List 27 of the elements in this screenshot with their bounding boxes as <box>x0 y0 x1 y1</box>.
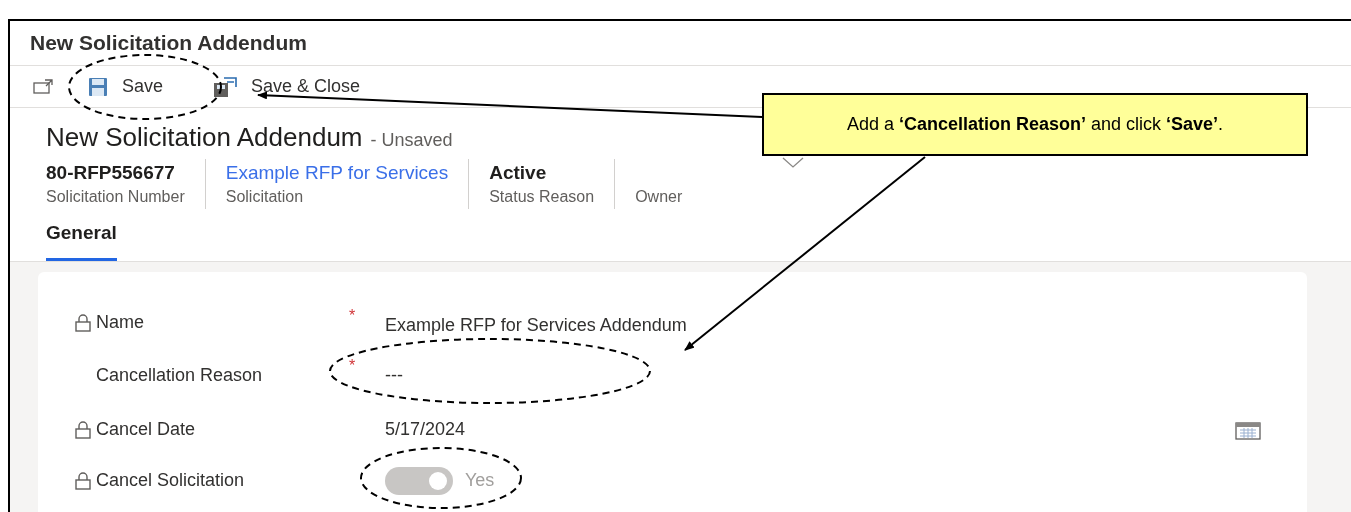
save-close-icon <box>213 75 238 98</box>
header-label: Owner <box>635 187 683 207</box>
field-label: Cancel Solicitation <box>96 469 245 492</box>
toggle-value: Yes <box>465 469 495 492</box>
field-label: Cancellation Reason <box>96 364 263 387</box>
callout-note: Add a ‘Cancellation Reason’ and click ‘Save’. <box>846 113 1224 136</box>
unsaved-status: - Unsaved <box>370 129 453 152</box>
header-label: Solicitation Number <box>46 187 185 207</box>
save-and-close-button[interactable]: Save & Close <box>211 70 363 103</box>
calendar-icon <box>1235 419 1261 440</box>
save-button[interactable]: Save <box>80 70 172 103</box>
field-label: Cancel Date <box>96 418 196 441</box>
date-field[interactable]: 5/17/2024 <box>385 416 466 443</box>
field-label: Name <box>96 311 144 334</box>
header-label: Solicitation <box>225 187 305 207</box>
header-value: Active <box>489 161 548 185</box>
chevron-down-icon <box>782 157 805 169</box>
header-value: 80-RFP556677 <box>46 161 176 185</box>
required-asterisk: * <box>349 355 357 376</box>
text-field[interactable]: --- <box>385 362 403 389</box>
required-asterisk: * <box>349 305 357 326</box>
header-label: Status Reason <box>489 187 595 207</box>
window-title: New Solicitation Addendum <box>30 30 307 57</box>
popout-icon <box>33 78 53 95</box>
solicitation-link[interactable]: Example RFP for Services <box>225 159 449 185</box>
record-title: New Solicitation Addendum <box>46 121 363 154</box>
text-field[interactable]: Example RFP for Services Addendum <box>385 312 687 339</box>
